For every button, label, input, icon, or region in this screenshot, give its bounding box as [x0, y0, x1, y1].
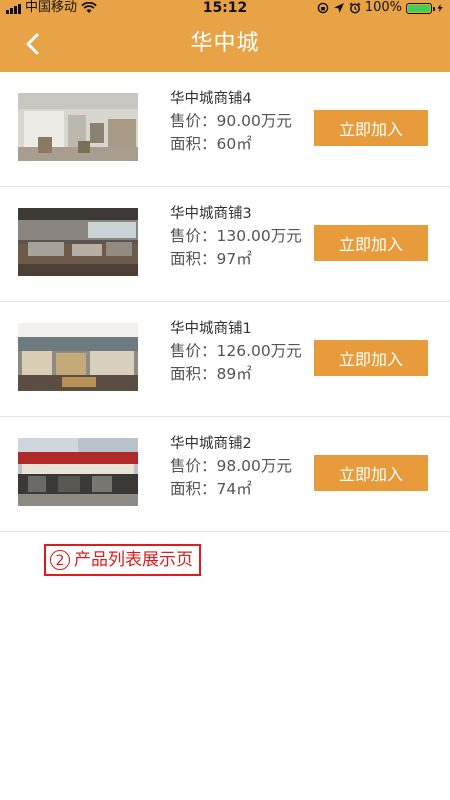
lock-rotation-icon — [317, 2, 329, 14]
charging-icon — [437, 4, 443, 12]
join-button[interactable]: 立即加入 — [314, 455, 428, 491]
item-area: 面积：89㎡ — [170, 365, 252, 383]
shop-photo[interactable] — [18, 438, 138, 506]
item-price: 售价：126.00万元 — [170, 342, 302, 360]
page-title: 华中城 — [190, 31, 260, 56]
item-price: 售价：98.00万元 — [170, 457, 292, 475]
item-info: 华中城商铺3 售价：130.00万元 面积：97㎡ — [170, 203, 302, 271]
nav-header: 华中城 — [0, 16, 450, 72]
item-info: 华中城商铺4 售价：90.00万元 面积：60㎡ — [170, 88, 292, 156]
item-name: 华中城商铺3 — [170, 206, 252, 222]
shop-photo[interactable] — [18, 208, 138, 276]
alarm-icon — [349, 2, 361, 14]
item-name: 华中城商铺4 — [170, 91, 252, 107]
item-info: 华中城商铺2 售价：98.00万元 面积：74㎡ — [170, 433, 292, 501]
annotation-number: 2 — [50, 550, 70, 570]
list-item[interactable]: 华中城商铺4 售价：90.00万元 面积：60㎡ 立即加入 — [0, 72, 450, 187]
list-item[interactable]: 华中城商铺1 售价：126.00万元 面积：89㎡ 立即加入 — [0, 302, 450, 417]
item-area: 面积：74㎡ — [170, 480, 252, 498]
battery-percent: 100% — [364, 0, 402, 15]
status-right: 100% — [317, 0, 444, 16]
join-button[interactable]: 立即加入 — [314, 225, 428, 261]
item-price: 售价：90.00万元 — [170, 112, 292, 130]
annotation-label: 2 产品列表展示页 — [44, 544, 201, 576]
status-bar: 中国移动 15:12 100% — [0, 0, 450, 16]
item-name: 华中城商铺2 — [170, 436, 252, 452]
location-icon — [333, 3, 344, 13]
shop-photo[interactable] — [18, 323, 138, 391]
battery-icon — [406, 2, 435, 14]
item-area: 面积：60㎡ — [170, 135, 252, 153]
item-area: 面积：97㎡ — [170, 250, 252, 268]
list-item[interactable]: 华中城商铺2 售价：98.00万元 面积：74㎡ 立即加入 — [0, 417, 450, 532]
annotation-text: 产品列表展示页 — [74, 550, 193, 570]
product-list: 华中城商铺4 售价：90.00万元 面积：60㎡ 立即加入 华中城商铺3 售价：… — [0, 72, 450, 532]
item-price: 售价：130.00万元 — [170, 227, 302, 245]
item-info: 华中城商铺1 售价：126.00万元 面积：89㎡ — [170, 318, 302, 386]
shop-photo[interactable] — [18, 93, 138, 161]
join-button[interactable]: 立即加入 — [314, 340, 428, 376]
join-button[interactable]: 立即加入 — [314, 110, 428, 146]
item-name: 华中城商铺1 — [170, 321, 252, 337]
list-item[interactable]: 华中城商铺3 售价：130.00万元 面积：97㎡ 立即加入 — [0, 187, 450, 302]
